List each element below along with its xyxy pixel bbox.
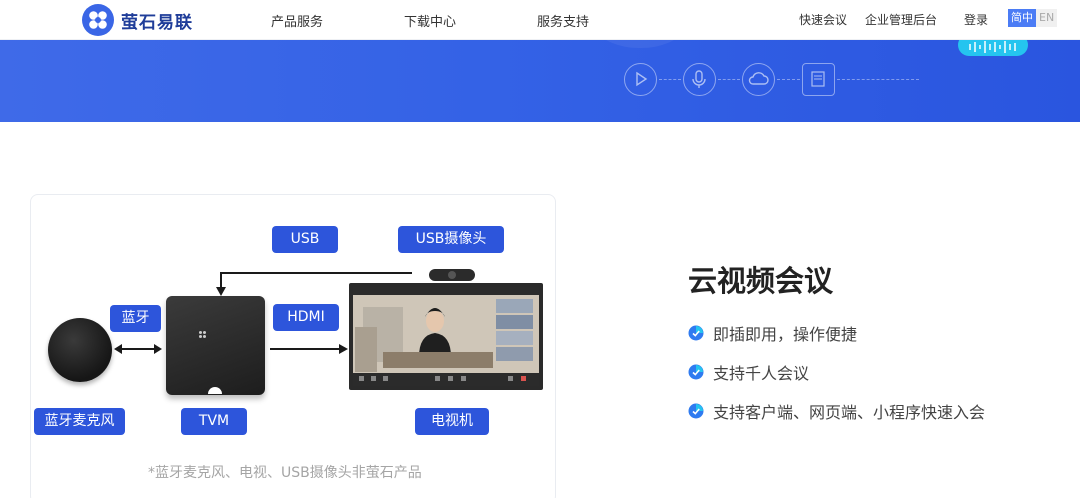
- usb-camera-tag: USB摄像头: [398, 226, 504, 253]
- feature-item: 支持千人会议: [688, 362, 810, 383]
- tvm-device-image: [166, 296, 265, 395]
- check-badge-icon: [688, 364, 704, 380]
- feature-text: 即插即用，操作便捷: [713, 325, 858, 344]
- bluetooth-mic-tag: 蓝牙麦克风: [34, 408, 125, 435]
- check-badge-icon: [688, 325, 704, 341]
- feature-title: 云视频会议: [688, 264, 834, 298]
- hdmi-tag: HDMI: [273, 304, 339, 331]
- tv-meeting-screen: [353, 287, 539, 386]
- tvm-tag: TVM: [181, 408, 247, 435]
- bluetooth-tag: 蓝牙: [110, 305, 161, 332]
- tv-tag: 电视机: [415, 408, 489, 435]
- usb-camera-image: [429, 269, 475, 281]
- feature-text: 支持千人会议: [713, 364, 810, 383]
- feature-item: 即插即用，操作便捷: [688, 323, 858, 344]
- usb-tag: USB: [272, 226, 338, 253]
- ezviz-logo-icon: [199, 331, 206, 338]
- bluetooth-speaker-image: [48, 318, 112, 382]
- diagram-arrows: [114, 272, 412, 354]
- feature-item: 支持客户端、网页端、小程序快速入会: [688, 401, 986, 422]
- diagram-footnote: *蓝牙麦克风、电视、USB摄像头非萤石产品: [148, 465, 422, 481]
- feature-text: 支持客户端、网页端、小程序快速入会: [713, 403, 986, 422]
- tv-image: [349, 283, 543, 390]
- check-badge-icon: [688, 403, 704, 419]
